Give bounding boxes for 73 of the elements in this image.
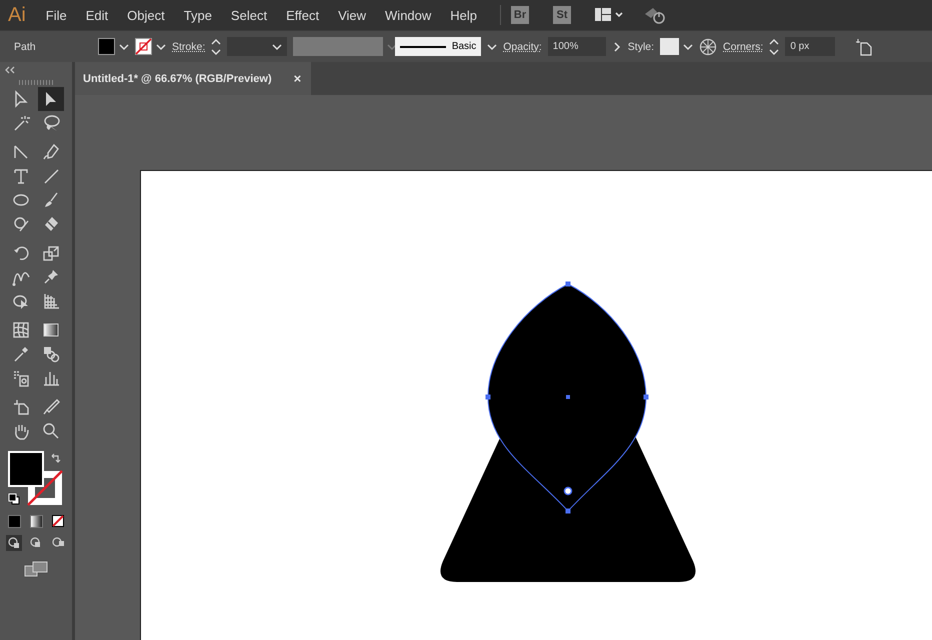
- fill-color-swatch[interactable]: [8, 451, 44, 487]
- menu-item[interactable]: View: [338, 8, 366, 22]
- screen-mode-icon[interactable]: [24, 561, 48, 577]
- brush-icon: [42, 191, 60, 209]
- caret-icon: [683, 42, 694, 50]
- symbol-sprayer-icon: [12, 369, 30, 387]
- caret-icon: [119, 42, 129, 50]
- eraser-icon: [42, 215, 60, 233]
- lasso-icon: [42, 114, 60, 132]
- menu-item[interactable]: Object: [127, 8, 165, 22]
- pin-icon: [42, 268, 60, 286]
- recolor-wheel-icon[interactable]: [699, 38, 718, 56]
- chevron-right-icon[interactable]: [612, 40, 622, 52]
- caret-icon: [272, 42, 282, 50]
- brush-dropdown[interactable]: Basic: [395, 37, 482, 56]
- workspace-layout-icon[interactable]: [595, 6, 626, 24]
- eyedropper-icon: [12, 345, 30, 363]
- menu-item[interactable]: Help: [450, 8, 478, 22]
- default-colors-icon[interactable]: [8, 493, 20, 505]
- pen-icon: [42, 143, 60, 161]
- menu-item[interactable]: Window: [385, 8, 432, 22]
- drawing-mode-button[interactable]: [6, 535, 22, 551]
- panel-grip[interactable]: [19, 80, 53, 85]
- corners-field[interactable]: 0 px: [785, 37, 836, 56]
- opacity-label: Opacity:: [503, 40, 542, 52]
- none-icon: [52, 515, 64, 527]
- swap-arrows-icon[interactable]: [50, 453, 62, 465]
- menu-item[interactable]: File: [46, 8, 67, 22]
- style-swatch[interactable]: [660, 38, 694, 55]
- menu-item[interactable]: Select: [230, 8, 268, 22]
- fill-swatch[interactable]: [98, 38, 129, 55]
- perspective-grid-icon: [42, 292, 60, 310]
- spinner-icon[interactable]: [769, 36, 780, 56]
- tool-button[interactable]: [38, 87, 64, 111]
- rotate-icon: [12, 244, 30, 262]
- close-button[interactable]: ×: [294, 71, 302, 86]
- gradient-icon: [42, 321, 60, 339]
- gradient-mode-button[interactable]: [28, 513, 44, 529]
- mesh-icon: [12, 321, 30, 339]
- stroke-swatch[interactable]: [135, 38, 166, 55]
- app-logo: Ai: [8, 4, 26, 26]
- brush-caret[interactable]: [487, 42, 498, 50]
- selected-leaf-shape[interactable]: [486, 282, 648, 514]
- menu-item[interactable]: Type: [184, 8, 212, 22]
- magic-wand-icon: [12, 114, 30, 132]
- style-label: Style:: [628, 40, 654, 52]
- caret-icon: [487, 42, 498, 50]
- hand-icon: [12, 422, 30, 440]
- selection-label: Path: [14, 40, 37, 52]
- blend-icon: [42, 345, 60, 363]
- stroke-weight-field[interactable]: [227, 37, 288, 56]
- opacity-field[interactable]: 100%: [548, 37, 606, 56]
- menu-item[interactable]: Effect: [286, 8, 320, 22]
- scale-icon: [42, 244, 60, 262]
- color-mode-button[interactable]: [6, 513, 22, 529]
- search-icon: [42, 422, 60, 440]
- artboard-icon: [12, 398, 30, 416]
- collapse-icon[interactable]: [4, 66, 16, 74]
- none-swatch-icon: [135, 38, 152, 55]
- bar-graph-icon: [42, 369, 60, 387]
- document-tab[interactable]: Untitled-1* @ 66.67% (RGB/Preview) ×: [75, 62, 312, 95]
- line-icon: [42, 167, 60, 185]
- corners-label: Corners:: [723, 40, 764, 52]
- none-mode-button[interactable]: [50, 513, 66, 529]
- spinner-icon[interactable]: [211, 36, 222, 56]
- app-bar-button[interactable]: Br: [511, 6, 530, 24]
- menu-item[interactable]: Edit: [86, 8, 108, 22]
- stroke-label: Stroke:: [172, 40, 206, 52]
- caret-icon: [156, 42, 166, 50]
- app-bar-button[interactable]: St: [553, 6, 572, 24]
- type-icon: [12, 167, 30, 185]
- knife-icon: [42, 398, 60, 416]
- caret-icon: [387, 42, 398, 50]
